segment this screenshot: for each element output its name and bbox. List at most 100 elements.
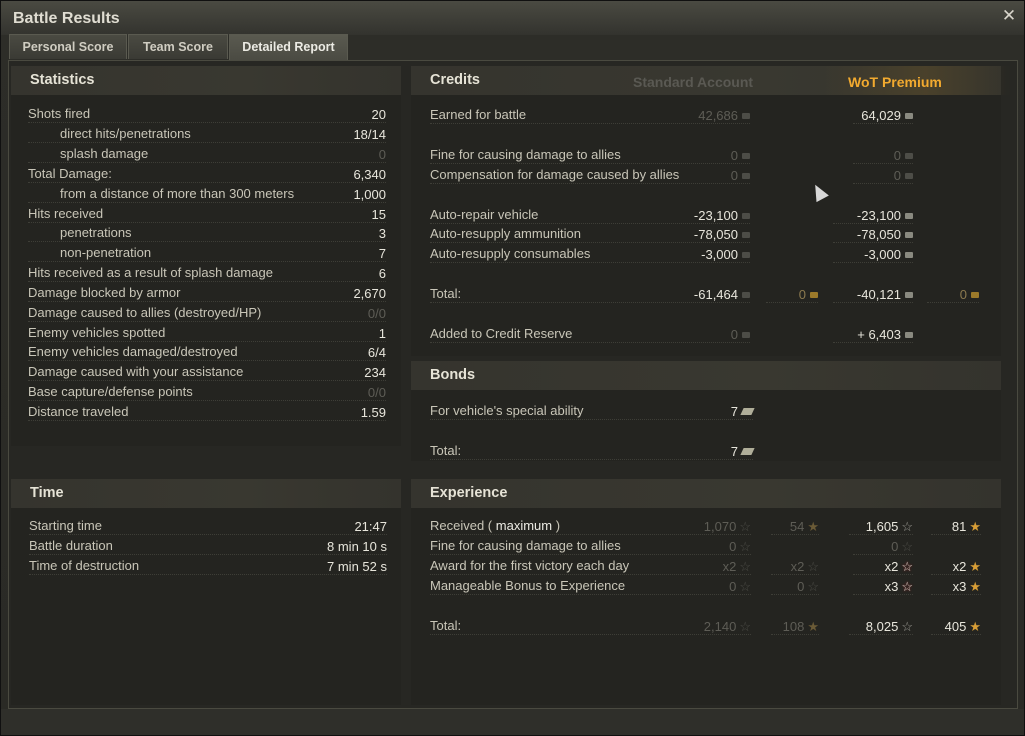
gold-prem-cell: 0 — [927, 284, 979, 303]
stat-label: Damage caused with your assistance — [28, 364, 244, 379]
credit-icon — [905, 231, 913, 238]
xp-prem-value: 0 ☆ — [891, 539, 913, 554]
xp-prem-cell: x2 ☆ — [853, 556, 913, 575]
fxp-std-value: 54 ★ — [789, 519, 819, 534]
credit-std-value: -61,464 — [694, 287, 750, 302]
tab-team-score[interactable]: Team Score — [128, 34, 228, 59]
stat-row: Hits received as a result of splash dama… — [28, 263, 386, 282]
stat-row: Damage blocked by armor 2,670 — [28, 283, 386, 302]
credit-prem-cell: -3,000 — [833, 244, 913, 263]
credit-row: Total: -61,464 — [430, 284, 750, 303]
stat-row: Damage caused with your assistance 234 — [28, 362, 386, 381]
stat-row: Damage caused to allies (destroyed/HP) 0/… — [28, 303, 386, 322]
xp-prem-value: x3 ☆ — [884, 579, 913, 594]
credit-icon — [742, 331, 750, 338]
xp-prem-cell: 1,605 ☆ — [849, 516, 913, 535]
free-xp-star-icon: ★ — [969, 579, 981, 594]
credit-prem-value: 64,029 — [861, 108, 913, 123]
credit-row: Fine for causing damage to allies 0 — [430, 145, 750, 164]
credit-icon — [742, 291, 750, 298]
gold-std-value: 0 — [799, 287, 818, 302]
stat-row: direct hits/penetrations 18/14 — [28, 124, 386, 143]
credit-prem-value: 0 — [894, 148, 913, 163]
credit-icon — [742, 172, 750, 179]
free-xp-star-icon: ★ — [807, 619, 819, 634]
stat-row: splash damage 0 — [28, 144, 386, 163]
credit-label: Earned for battle — [430, 107, 527, 122]
credit-icon — [742, 231, 750, 238]
xp-std-value: 1,070 ☆ — [703, 519, 751, 534]
xp-std-value: 0 ☆ — [729, 539, 751, 554]
xp-star-icon: ☆ — [739, 579, 751, 594]
credit-prem-cell: 64,029 — [853, 105, 913, 124]
tab-personal-score[interactable]: Personal Score — [9, 34, 127, 59]
stat-value: 0/0 — [367, 306, 386, 321]
credit-icon — [905, 291, 913, 298]
stat-label: Total Damage: — [28, 166, 112, 181]
gold-prem-value: 0 — [960, 287, 979, 302]
credits-header: Credits Standard Account WoT Premium — [411, 66, 1011, 95]
time-label: Starting time — [29, 518, 102, 533]
free-xp-star-icon: ★ — [969, 559, 981, 574]
stat-label: penetrations — [60, 225, 132, 240]
credit-prem-value: -78,050 — [857, 227, 913, 242]
stat-value: 2,670 — [353, 286, 386, 301]
stat-row: non-penetration 7 — [28, 243, 386, 262]
credit-icon — [742, 212, 750, 219]
stat-label: non-penetration — [60, 245, 152, 260]
fxp-prem-cell: x2 ★ — [931, 556, 981, 575]
time-row: Time of destruction 7 min 52 s — [29, 556, 387, 575]
time-value: 7 min 52 s — [327, 559, 387, 574]
stat-label: Enemy vehicles spotted — [28, 325, 166, 340]
time-value: 8 min 10 s — [327, 539, 387, 554]
gold-icon — [810, 291, 818, 298]
bond-row: Total: 7 — [430, 441, 755, 460]
stat-label: Base capture/defense points — [28, 384, 193, 399]
close-icon[interactable]: ✕ — [1000, 7, 1018, 25]
free-xp-star-icon: ☆ — [807, 579, 819, 594]
credit-icon — [905, 172, 913, 179]
stat-value: 7 — [378, 246, 386, 261]
time-panel: Time — [11, 479, 401, 705]
fxp-std-cell: 54 ★ — [771, 516, 819, 535]
maximum-link[interactable]: maximum — [496, 518, 552, 533]
stat-value: 18/14 — [353, 127, 386, 142]
xp-row: Fine for causing damage to allies 0 ☆ — [430, 536, 751, 555]
stat-row: Enemy vehicles spotted 1 — [28, 323, 386, 342]
xp-star-icon: ☆ — [901, 519, 913, 534]
xp-star-icon: ☆ — [739, 559, 751, 574]
xp-label: Fine for causing damage to allies — [430, 538, 621, 553]
stat-label: Damage blocked by armor — [28, 285, 181, 300]
credit-row: Auto-resupply ammunition -78,050 — [430, 224, 750, 243]
bond-row: For vehicle's special ability 7 — [430, 401, 755, 420]
experience-title: Experience — [430, 485, 508, 501]
stat-row: Total Damage: 6,340 — [28, 164, 386, 183]
credit-prem-value: + 6,403 — [857, 327, 913, 342]
xp-star-icon: ☆ — [901, 579, 913, 594]
stat-value: 15 — [371, 207, 386, 222]
time-label: Battle duration — [29, 538, 113, 553]
gold-icon — [971, 291, 979, 298]
credit-label: Auto-resupply consumables — [430, 246, 591, 261]
fxp-std-cell: 108 ★ — [771, 616, 819, 635]
stat-label: splash damage — [60, 146, 149, 161]
fxp-prem-cell: 405 ★ — [931, 616, 981, 635]
statistics-title: Statistics — [30, 72, 95, 88]
credit-icon — [742, 251, 750, 258]
xp-std-value: 0 ☆ — [729, 579, 751, 594]
bond-icon — [740, 408, 755, 416]
battle-results-window: Battle Results ✕ Personal Score Team Sco… — [0, 0, 1025, 736]
time-title: Time — [30, 485, 64, 501]
free-xp-star-icon: ★ — [969, 619, 981, 634]
xp-std-value: 2,140 ☆ — [703, 619, 751, 634]
credit-label: Fine for causing damage to allies — [430, 147, 621, 162]
stat-row: Shots fired 20 — [28, 104, 386, 123]
xp-row: Award for the first victory each day x2 ☆ — [430, 556, 751, 575]
stat-value: 1.59 — [360, 405, 386, 420]
free-xp-star-icon: ★ — [969, 519, 981, 534]
tab-detailed-report[interactable]: Detailed Report — [229, 34, 348, 61]
xp-row: Manageable Bonus to Experience 0 ☆ — [430, 576, 751, 595]
time-label: Time of destruction — [29, 558, 140, 573]
stat-row: Base capture/defense points 0/0 — [28, 382, 386, 401]
stat-label: Shots fired — [28, 106, 91, 121]
